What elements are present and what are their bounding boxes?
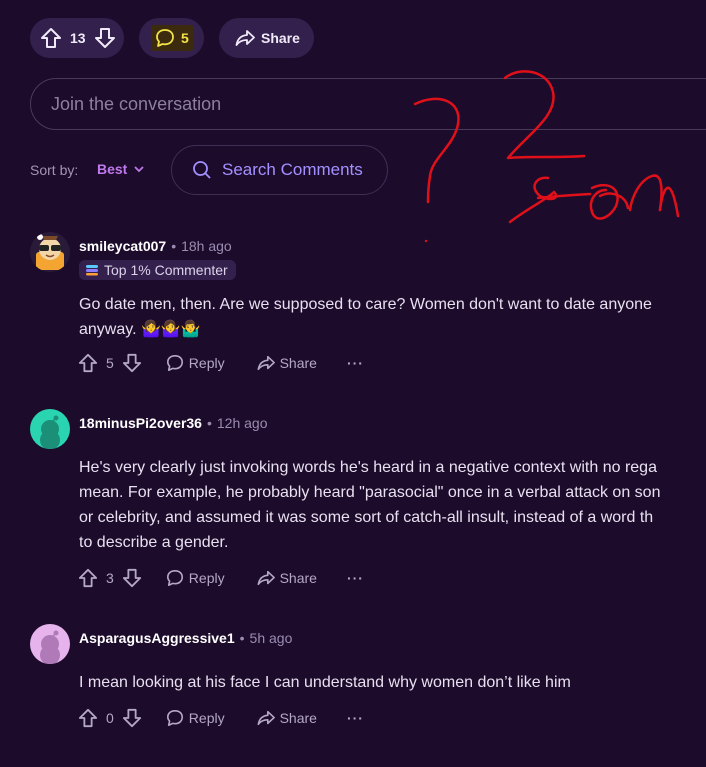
- more-options-button[interactable]: ···: [347, 570, 364, 586]
- username[interactable]: smileycat007: [79, 238, 166, 254]
- reply-button[interactable]: Reply: [166, 709, 225, 727]
- timestamp[interactable]: 18h ago: [181, 238, 232, 254]
- comments-highlight: 5: [151, 25, 193, 51]
- upvote-icon[interactable]: [78, 568, 98, 588]
- comment-line: I mean looking at his face I can underst…: [79, 674, 571, 691]
- reply-button[interactable]: Reply: [166, 569, 225, 587]
- comment-line: He's very clearly just invoking words he…: [79, 459, 657, 476]
- share-icon: [257, 569, 275, 587]
- chevron-down-icon: [133, 163, 145, 175]
- upvote-icon[interactable]: [40, 27, 62, 49]
- badge-icon: [85, 264, 99, 276]
- share-label: Share: [279, 710, 317, 726]
- share-label: Share: [279, 355, 317, 371]
- downvote-icon[interactable]: [122, 568, 142, 588]
- post-share-label: Share: [261, 30, 300, 46]
- comment-bubble-icon: [166, 569, 184, 587]
- search-comments-input[interactable]: Search Comments: [171, 145, 388, 195]
- join-conversation-input[interactable]: Join the conversation: [30, 78, 706, 130]
- avatar[interactable]: [30, 409, 70, 449]
- comment-line: mean. For example, he probably heard "pa…: [79, 484, 661, 501]
- more-options-button[interactable]: ···: [347, 355, 364, 371]
- comment-body: He's very clearly just invoking words he…: [79, 455, 660, 555]
- downvote-icon[interactable]: [94, 27, 116, 49]
- avatar[interactable]: [30, 624, 70, 664]
- comment-body: Go date men, then. Are we supposed to ca…: [79, 292, 652, 342]
- upvote-icon[interactable]: [78, 708, 98, 728]
- share-label: Share: [279, 570, 317, 586]
- vote-count: 0: [106, 710, 114, 726]
- avatar[interactable]: [30, 232, 70, 272]
- comment-bubble-icon: [166, 709, 184, 727]
- reply-label: Reply: [188, 710, 225, 726]
- sort-dropdown[interactable]: Best: [97, 161, 145, 177]
- reply-label: Reply: [188, 570, 225, 586]
- sort-label: Sort by:: [30, 162, 79, 178]
- username[interactable]: 18minusPi2over36: [79, 415, 202, 431]
- downvote-icon[interactable]: [122, 708, 142, 728]
- timestamp[interactable]: 5h ago: [250, 630, 293, 646]
- share-icon: [235, 28, 255, 48]
- comment-actions: 0 Reply Share ···: [78, 708, 364, 728]
- join-placeholder: Join the conversation: [51, 93, 222, 114]
- comment: smileycat007 • 18h ago Top 1% Commenter …: [30, 232, 706, 392]
- comment-bubble-icon: [166, 354, 184, 372]
- share-button[interactable]: Share: [257, 709, 317, 727]
- comment-meta: smileycat007 • 18h ago: [79, 238, 232, 254]
- badge-label: Top 1% Commenter: [104, 262, 228, 278]
- share-icon: [257, 709, 275, 727]
- reply-button[interactable]: Reply: [166, 354, 225, 372]
- separator-dot: •: [239, 630, 245, 646]
- post-vote-count: 13: [70, 30, 86, 46]
- comment-meta: 18minusPi2over36 • 12h ago: [79, 415, 267, 431]
- vote-count: 3: [106, 570, 114, 586]
- comment-line: to describe a gender.: [79, 534, 229, 551]
- post-share-button[interactable]: Share: [219, 18, 314, 58]
- post-vote-pill: 13: [30, 18, 124, 58]
- comment-line: Go date men, then. Are we supposed to ca…: [79, 296, 652, 313]
- comment-bubble-icon: [155, 28, 175, 48]
- timestamp[interactable]: 12h ago: [217, 415, 268, 431]
- search-icon: [192, 160, 212, 180]
- downvote-icon[interactable]: [122, 353, 142, 373]
- comment: 18minusPi2over36 • 12h ago He's very cle…: [30, 409, 706, 599]
- share-icon: [257, 354, 275, 372]
- comment-meta: AsparagusAggressive1 • 5h ago: [79, 630, 292, 646]
- comment-actions: 3 Reply Share ···: [78, 568, 364, 588]
- share-button[interactable]: Share: [257, 569, 317, 587]
- share-button[interactable]: Share: [257, 354, 317, 372]
- separator-dot: •: [206, 415, 212, 431]
- username[interactable]: AsparagusAggressive1: [79, 630, 235, 646]
- comment-line: or celebrity, and assumed it was some so…: [79, 509, 654, 526]
- comment-body: I mean looking at his face I can underst…: [79, 670, 571, 695]
- search-placeholder: Search Comments: [222, 160, 363, 179]
- comments-button[interactable]: 5: [139, 18, 204, 58]
- reply-label: Reply: [188, 355, 225, 371]
- upvote-icon[interactable]: [78, 353, 98, 373]
- commenter-badge: Top 1% Commenter: [79, 260, 236, 280]
- comment-actions: 5 Reply Share ···: [78, 353, 364, 373]
- comment-line: anyway. 🤷‍♀️🤷‍♀️🤷‍♂️: [79, 321, 201, 338]
- separator-dot: •: [171, 238, 177, 254]
- vote-count: 5: [106, 355, 114, 371]
- more-options-button[interactable]: ···: [347, 710, 364, 726]
- sort-value: Best: [97, 161, 128, 177]
- comments-count: 5: [181, 30, 189, 46]
- comment: AsparagusAggressive1 • 5h ago I mean loo…: [30, 624, 706, 744]
